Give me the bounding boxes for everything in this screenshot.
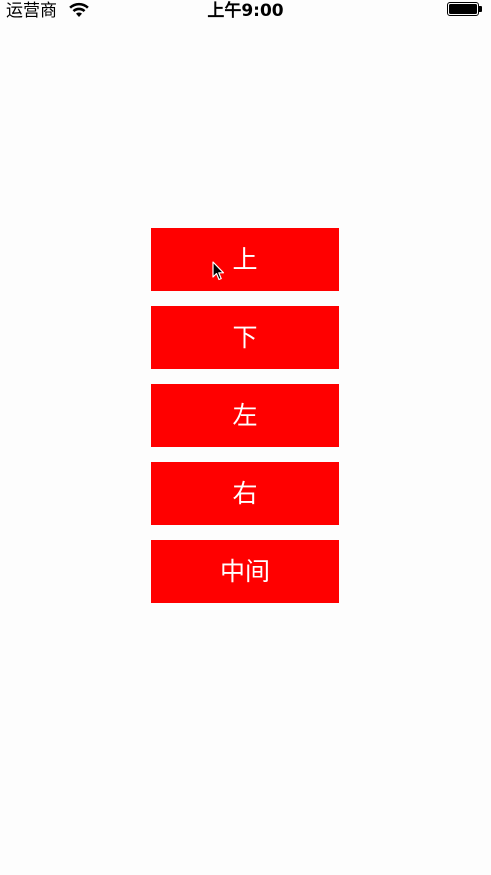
right-button[interactable]: 右 xyxy=(151,462,339,525)
battery-nub xyxy=(479,6,482,12)
center-button[interactable]: 中间 xyxy=(151,540,339,603)
battery-body xyxy=(447,2,479,16)
button-stack: 上 下 左 右 中间 xyxy=(151,228,339,618)
battery-icon xyxy=(447,2,485,18)
status-bar: 运营商 上午9:00 xyxy=(0,0,491,24)
down-button[interactable]: 下 xyxy=(151,306,339,369)
status-time: 上午9:00 xyxy=(207,1,284,21)
battery-fill xyxy=(449,4,477,14)
up-button[interactable]: 上 xyxy=(151,228,339,291)
left-button[interactable]: 左 xyxy=(151,384,339,447)
